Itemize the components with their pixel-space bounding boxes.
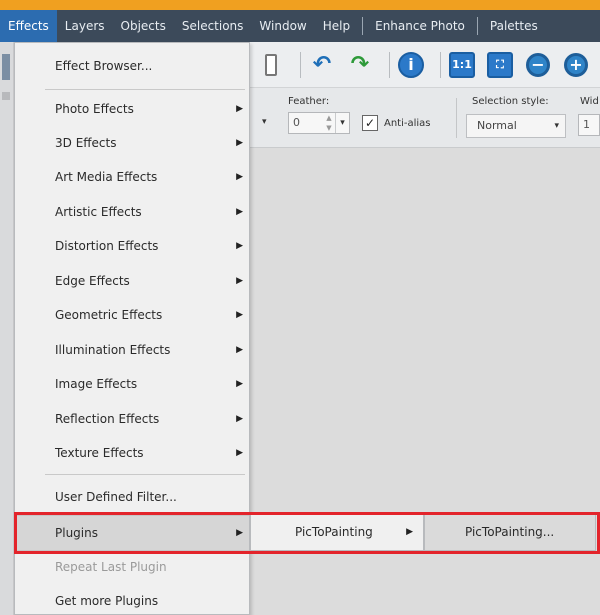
menu-item-plugins[interactable]: Plugins ▶ (15, 515, 249, 551)
submenu-arrow-icon: ▶ (236, 172, 243, 182)
antialias-label: Anti-alias (384, 118, 431, 129)
submenu-arrow-icon: ▶ (236, 241, 243, 251)
selection-style-label: Selection style: (472, 96, 549, 107)
effects-menu: Effect Browser... Photo Effects ▶ 3D Effe… (14, 42, 250, 615)
menu-item-repeat-last-plugin: Repeat Last Plugin (55, 560, 167, 574)
zoom-in-icon[interactable]: + (561, 50, 591, 80)
selection-style-value: Normal (477, 119, 517, 132)
width-value: 1 (583, 118, 590, 131)
submenu-arrow-icon: ▶ (236, 448, 243, 458)
feather-label: Feather: (288, 96, 330, 107)
menu-item-geometric-effects[interactable]: Geometric Effects ▶ (15, 298, 249, 332)
toolbar-separator (389, 51, 390, 78)
submenu-arrow-icon: ▶ (236, 414, 243, 424)
antialias-checkbox[interactable]: ✓ (362, 115, 378, 131)
menu-item-photo-effects[interactable]: Photo Effects ▶ (15, 92, 249, 126)
feather-value: 0 (293, 116, 300, 129)
undo-icon[interactable]: ↶ (307, 50, 337, 80)
menu-palettes[interactable]: Palettes (482, 10, 546, 42)
menu-item-user-defined-filter[interactable]: User Defined Filter... (15, 480, 249, 514)
title-accent-strip (0, 0, 600, 10)
menu-item-artistic-effects[interactable]: Artistic Effects ▶ (15, 195, 249, 229)
tool-options-bar: ▾ Feather: 0 ▲ ▼ ▾ ✓ Anti-alias Selection… (250, 88, 600, 148)
submenu-arrow-icon: ▶ (236, 379, 243, 389)
redo-icon[interactable]: ↷ (345, 50, 375, 80)
tool-icon (2, 92, 10, 100)
selection-style-select[interactable]: Normal ▾ (466, 114, 566, 138)
submenu-arrow-icon: ▶ (236, 528, 243, 538)
menu-objects[interactable]: Objects (113, 10, 174, 42)
menu-enhance-photo[interactable]: Enhance Photo (367, 10, 473, 42)
menubar-separator (362, 17, 364, 35)
zoom-out-icon[interactable]: − (523, 50, 553, 80)
menu-bar: Effects Layers Objects Selections Window… (0, 10, 600, 42)
background-window-edge (0, 42, 14, 615)
menu-item-image-effects[interactable]: Image Effects ▶ (15, 367, 249, 401)
submenu-arrow-icon: ▶ (236, 207, 243, 217)
menu-help[interactable]: Help (315, 10, 358, 42)
chevron-down-icon: ▾ (554, 121, 559, 131)
menu-item-reflection-effects[interactable]: Reflection Effects ▶ (15, 402, 249, 436)
submenu-arrow-icon: ▶ (406, 527, 413, 537)
tool-icon (2, 54, 10, 80)
feather-input[interactable]: 0 ▲ ▼ ▾ (288, 112, 350, 134)
spin-arrows-icon[interactable]: ▲ ▼ (323, 113, 335, 133)
menu-window[interactable]: Window (251, 10, 314, 42)
submenu-arrow-icon: ▶ (236, 345, 243, 355)
menu-item-3d-effects[interactable]: 3D Effects ▶ (15, 126, 249, 160)
options-separator (456, 98, 457, 138)
menu-item-edge-effects[interactable]: Edge Effects ▶ (15, 264, 249, 298)
page-icon[interactable] (256, 50, 286, 80)
dropdown-arrow-icon[interactable]: ▾ (258, 112, 272, 134)
submenu-arrow-icon: ▶ (236, 276, 243, 286)
toolbar-separator (300, 51, 301, 78)
toolbar-separator (440, 51, 441, 78)
standard-toolbar: ↶ ↷ i 1:1 ⛶ − + (250, 42, 600, 88)
submenu-item-pictopainting-launch[interactable]: PicToPainting... (425, 515, 595, 550)
menu-separator (45, 474, 245, 475)
menu-item-art-media-effects[interactable]: Art Media Effects ▶ (15, 160, 249, 194)
menu-item-effect-browser[interactable]: Effect Browser... (15, 49, 249, 83)
menu-selections[interactable]: Selections (174, 10, 252, 42)
plugins-submenu: PicToPainting ▶ (250, 514, 424, 551)
actual-size-icon[interactable]: 1:1 (447, 50, 477, 80)
fit-window-icon[interactable]: ⛶ (485, 50, 515, 80)
width-label: Wid (580, 96, 599, 107)
menu-item-texture-effects[interactable]: Texture Effects ▶ (15, 436, 249, 470)
submenu-arrow-icon: ▶ (236, 310, 243, 320)
menu-layers[interactable]: Layers (57, 10, 113, 42)
menubar-separator (476, 17, 478, 35)
submenu-arrow-icon: ▶ (236, 138, 243, 148)
pictopainting-submenu: PicToPainting... (424, 514, 596, 551)
menu-separator (45, 89, 245, 90)
submenu-arrow-icon: ▶ (236, 104, 243, 114)
chevron-down-icon[interactable]: ▾ (335, 113, 349, 133)
submenu-item-pictopainting[interactable]: PicToPainting ▶ (251, 515, 423, 550)
menu-effects[interactable]: Effects (0, 10, 57, 42)
menu-item-illumination-effects[interactable]: Illumination Effects ▶ (15, 333, 249, 367)
menu-item-get-more-plugins[interactable]: Get more Plugins (15, 584, 249, 615)
menu-item-distortion-effects[interactable]: Distortion Effects ▶ (15, 229, 249, 263)
info-icon[interactable]: i (396, 50, 426, 80)
width-input[interactable]: 1 (578, 114, 600, 136)
